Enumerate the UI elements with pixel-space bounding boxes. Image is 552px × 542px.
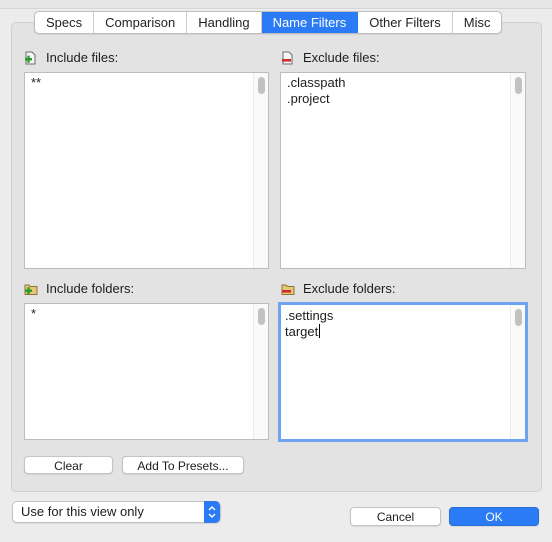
updown-chevron-icon	[204, 501, 220, 523]
add-to-presets-button[interactable]: Add To Presets...	[122, 456, 244, 474]
include-folders-list[interactable]: *	[24, 303, 269, 440]
exclude-folders-line-editing: target	[285, 324, 525, 340]
include-folders-line: *	[31, 306, 37, 321]
background-window-strip	[0, 0, 552, 9]
exclude-folders-label: Exclude folders:	[303, 281, 396, 296]
exclude-folders-header: Exclude folders:	[281, 281, 396, 296]
tab-specs[interactable]: Specs	[35, 12, 95, 33]
exclude-files-header: Exclude files:	[281, 50, 380, 65]
tab-name-filters[interactable]: Name Filters	[261, 12, 359, 33]
exclude-files-line: .project	[287, 91, 330, 106]
exclude-files-scrollbar[interactable]	[510, 73, 525, 268]
tab-misc[interactable]: Misc	[453, 12, 502, 33]
include-folders-label: Include folders:	[46, 281, 135, 296]
clear-button[interactable]: Clear	[24, 456, 113, 474]
scope-select-value: Use for this view only	[21, 504, 144, 519]
tab-bar: Specs Comparison Handling Name Filters O…	[34, 11, 503, 34]
scroll-thumb[interactable]	[258, 308, 265, 325]
file-add-icon	[25, 51, 36, 64]
exclude-files-line: .classpath	[287, 75, 346, 90]
scope-select[interactable]: Use for this view only	[12, 501, 221, 523]
tab-comparison[interactable]: Comparison	[94, 12, 188, 33]
include-files-scrollbar[interactable]	[253, 73, 268, 268]
exclude-folders-line: .settings	[285, 308, 334, 323]
exclude-folders-line: target	[285, 324, 319, 339]
exclude-folders-list[interactable]: .settings target	[278, 302, 528, 442]
text-caret	[319, 324, 321, 338]
tab-handling[interactable]: Handling	[187, 12, 262, 33]
scroll-thumb[interactable]	[515, 309, 522, 326]
include-files-header: Include files:	[24, 50, 118, 65]
scroll-thumb[interactable]	[258, 77, 265, 94]
include-folders-header: Include folders:	[24, 281, 134, 296]
scroll-thumb[interactable]	[515, 77, 522, 94]
folder-remove-icon	[281, 284, 295, 295]
exclude-files-label: Exclude files:	[303, 50, 380, 65]
tab-other-filters[interactable]: Other Filters	[358, 12, 453, 33]
exclude-folders-scrollbar[interactable]	[510, 305, 525, 439]
cancel-button[interactable]: Cancel	[350, 507, 441, 526]
ok-button[interactable]: OK	[449, 507, 539, 526]
folder-add-icon	[24, 284, 38, 295]
include-files-label: Include files:	[46, 50, 119, 65]
exclude-files-list[interactable]: .classpath .project	[280, 72, 526, 269]
include-files-list[interactable]: **	[24, 72, 269, 269]
include-files-line: **	[31, 75, 42, 90]
include-folders-scrollbar[interactable]	[253, 304, 268, 439]
file-remove-icon	[282, 51, 293, 64]
